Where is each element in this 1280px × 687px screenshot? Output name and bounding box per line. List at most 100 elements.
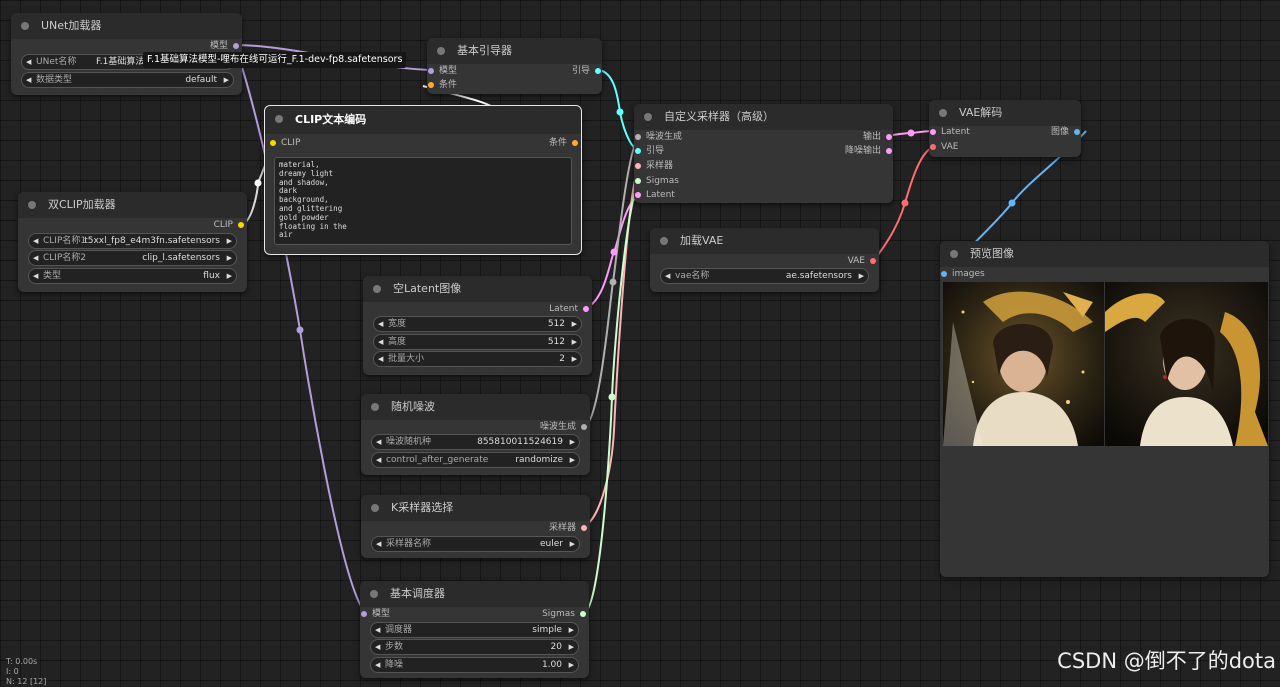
input-sampler-socket[interactable] <box>635 163 641 169</box>
random-noise-node[interactable]: 随机噪波 噪波生成 ◀ 噪波随机种 855810011524619 ▶ ◀ co… <box>361 394 590 475</box>
output-denoised[interactable]: 降噪输出 <box>845 144 892 158</box>
noise-seed-number[interactable]: ◀ 噪波随机种 855810011524619 ▶ <box>371 434 580 450</box>
output-sigmas-socket[interactable] <box>580 611 586 617</box>
output-conditioning-socket[interactable] <box>572 140 578 146</box>
output-guider[interactable]: 引导 <box>572 64 601 78</box>
input-noise-socket[interactable] <box>635 134 641 140</box>
input-latent-socket[interactable] <box>635 192 641 198</box>
arrow-right-icon: ▶ <box>226 254 232 262</box>
preview-image-2[interactable] <box>1105 282 1268 446</box>
output-sampler-socket[interactable] <box>581 525 587 531</box>
prompt-textarea[interactable]: material, dreamy light and shadow, dark … <box>274 157 572 245</box>
steps-number[interactable]: ◀ 步数 20 ▶ <box>370 639 579 655</box>
output-image[interactable]: 图像 <box>1051 125 1080 139</box>
empty-latent-node[interactable]: 空Latent图像 Latent ◀ 宽度 512 ▶ ◀ 高度 512 ▶ ◀… <box>363 276 592 375</box>
sampler-name-combo[interactable]: ◀ 采样器名称 euler ▶ <box>371 536 580 552</box>
input-vae[interactable]: VAE <box>930 140 958 154</box>
input-sigmas-socket[interactable] <box>635 178 641 184</box>
input-label: Sigmas <box>646 176 679 186</box>
input-guider[interactable]: 引导 <box>635 144 664 158</box>
vae-decode-node[interactable]: VAE解码 Latent VAE 图像 <box>929 100 1081 157</box>
output-model[interactable]: 模型 <box>210 39 239 53</box>
output-latent[interactable]: Latent <box>549 302 589 316</box>
width-number[interactable]: ◀ 宽度 512 ▶ <box>373 316 582 332</box>
input-model[interactable]: 模型 <box>428 64 457 78</box>
widget-value: simple <box>532 625 562 635</box>
input-clip-socket[interactable] <box>270 140 276 146</box>
output-sampler[interactable]: 采样器 <box>549 521 587 535</box>
output-output-socket[interactable] <box>886 134 892 140</box>
input-model-socket[interactable] <box>428 68 434 74</box>
input-clip[interactable]: CLIP <box>270 136 300 150</box>
batch-size-number[interactable]: ◀ 批量大小 2 ▶ <box>373 351 582 367</box>
input-noise[interactable]: 噪波生成 <box>635 130 682 144</box>
output-denoised-socket[interactable] <box>886 148 892 154</box>
arrow-left-icon: ◀ <box>378 355 384 363</box>
clip-text-encode-node[interactable]: CLIP文本编码 CLIP 条件 material, dreamy light … <box>264 105 582 255</box>
input-model[interactable]: 模型 <box>361 607 390 621</box>
scheduler-combo[interactable]: ◀ 调度器 simple ▶ <box>370 622 579 638</box>
control-after-generate-combo[interactable]: ◀ control_after_generate randomize ▶ <box>371 452 580 468</box>
load-vae-node[interactable]: 加载VAE VAE ◀ vae名称 ae.safetensors ▶ <box>650 228 879 292</box>
node-title: 预览图像 <box>940 241 1269 267</box>
input-latent[interactable]: Latent <box>930 125 970 139</box>
node-title: VAE解码 <box>929 100 1081 126</box>
output-noise-socket[interactable] <box>581 424 587 430</box>
input-images-socket[interactable] <box>941 271 947 277</box>
output-vae-socket[interactable] <box>870 258 876 264</box>
widget-label: control_after_generate <box>386 455 489 465</box>
widget-value: default <box>185 75 217 85</box>
widget-value: 20 <box>550 642 562 652</box>
watermark: CSDN @倒不了的dota <box>1057 649 1276 673</box>
output-label: Latent <box>549 304 578 314</box>
ksampler-select-node[interactable]: K采样器选择 采样器 ◀ 采样器名称 euler ▶ <box>361 495 590 558</box>
widget-label: 噪波随机种 <box>386 437 432 447</box>
widget-value: euler <box>540 539 563 549</box>
basic-scheduler-node[interactable]: 基本调度器 模型 Sigmas ◀ 调度器 simple ▶ ◀ 步数 20 ▶… <box>360 581 589 678</box>
input-guider-socket[interactable] <box>635 148 641 154</box>
input-conditioning[interactable]: 条件 <box>428 78 457 92</box>
widget-value: 512 <box>547 337 565 347</box>
input-sampler[interactable]: 采样器 <box>635 159 673 173</box>
output-output[interactable]: 输出 <box>863 130 892 144</box>
render-stats: T: 0.00s I: 0 N: 12 [12] <box>6 657 46 687</box>
dual-clip-loader-node[interactable]: 双CLIP加载器 CLIP ◀ CLIP名称1 t5xxl_fp8_e4m3fn… <box>18 192 247 292</box>
output-guider-socket[interactable] <box>595 68 601 74</box>
preview-image-node[interactable]: 预览图像 images <box>940 241 1269 577</box>
output-vae[interactable]: VAE <box>848 254 876 268</box>
output-image-socket[interactable] <box>1074 129 1080 135</box>
clip-name2-combo[interactable]: ◀ CLIP名称2 clip_l.safetensors ▶ <box>28 250 237 266</box>
height-number[interactable]: ◀ 高度 512 ▶ <box>373 334 582 350</box>
vae-name-combo[interactable]: ◀ vae名称 ae.safetensors ▶ <box>660 268 869 284</box>
input-vae-socket[interactable] <box>930 144 936 150</box>
arrow-right-icon: ▶ <box>569 540 575 548</box>
denoise-number[interactable]: ◀ 降噪 1.00 ▶ <box>370 657 579 673</box>
filename-tooltip: F.1基础算法模型-哩布在线可运行_F.1-dev-fp8.safetensor… <box>143 52 407 68</box>
output-noise[interactable]: 噪波生成 <box>539 420 587 434</box>
output-label: 噪波生成 <box>539 422 576 432</box>
input-images[interactable]: images <box>941 267 985 281</box>
node-title: 空Latent图像 <box>363 276 592 302</box>
basic-guider-node[interactable]: 基本引导器 模型 条件 引导 <box>427 38 602 94</box>
output-conditioning[interactable]: 条件 <box>549 136 578 150</box>
preview-image-1[interactable] <box>943 282 1104 446</box>
input-latent-socket[interactable] <box>930 129 936 135</box>
widget-label: 步数 <box>385 642 404 652</box>
custom-sampler-node[interactable]: 自定义采样器（高级） 噪波生成 引导 采样器 Sigmas Latent 输出 … <box>634 104 893 203</box>
output-sigmas[interactable]: Sigmas <box>542 607 586 621</box>
node-title: 基本调度器 <box>360 581 589 607</box>
output-model-socket[interactable] <box>233 43 239 49</box>
input-model-socket[interactable] <box>361 611 367 617</box>
output-clip[interactable]: CLIP <box>213 218 244 232</box>
output-clip-socket[interactable] <box>238 222 244 228</box>
output-label: CLIP <box>213 220 233 230</box>
arrow-left-icon: ◀ <box>33 272 39 280</box>
arrow-left-icon: ◀ <box>375 626 381 634</box>
clip-type-combo[interactable]: ◀ 类型 flux ▶ <box>28 268 237 284</box>
input-latent[interactable]: Latent <box>635 188 675 202</box>
input-sigmas[interactable]: Sigmas <box>635 174 679 188</box>
dtype-combo[interactable]: ◀ 数据类型 default ▶ <box>21 72 234 88</box>
input-conditioning-socket[interactable] <box>428 82 434 88</box>
output-latent-socket[interactable] <box>583 306 589 312</box>
clip-name1-combo[interactable]: ◀ CLIP名称1 t5xxl_fp8_e4m3fn.safetensors ▶ <box>28 233 237 249</box>
